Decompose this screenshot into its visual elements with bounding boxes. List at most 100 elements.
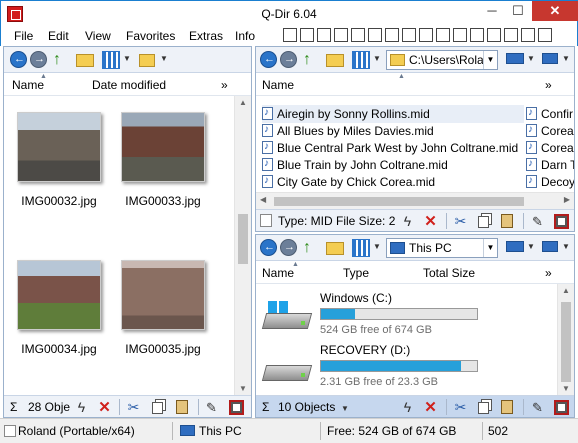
thumbnail-item[interactable]: IMG00034.jpg: [17, 260, 101, 356]
address-dropdown-icon[interactable]: ▼: [483, 239, 497, 257]
bottom-right-vertical-scrollbar[interactable]: ▲ ▼: [557, 284, 574, 395]
up-folder-icon[interactable]: ↑: [53, 51, 71, 69]
brush-icon[interactable]: ✎: [530, 214, 545, 229]
brush-icon[interactable]: ✎: [204, 400, 219, 415]
scroll-up-icon[interactable]: ▲: [558, 286, 574, 295]
scroll-down-icon[interactable]: ▼: [558, 384, 574, 393]
forward-button[interactable]: →: [280, 51, 297, 68]
scroll-down-icon[interactable]: ▼: [235, 384, 251, 393]
address-bar[interactable]: C:\Users\Rola ▼: [386, 50, 498, 70]
scroll-up-icon[interactable]: ▲: [235, 98, 251, 107]
top-right-horizontal-scrollbar[interactable]: ◀ ▶: [256, 192, 574, 209]
forward-button[interactable]: →: [30, 51, 47, 68]
column-name[interactable]: Name: [12, 78, 44, 92]
scroll-right-icon[interactable]: ▶: [564, 195, 570, 204]
menu-file[interactable]: File: [14, 29, 33, 43]
menu-edit[interactable]: Edit: [48, 29, 69, 43]
layout-2-icon[interactable]: [300, 28, 314, 42]
layout-6-icon[interactable]: [368, 28, 382, 42]
monitor-icon[interactable]: [506, 53, 524, 64]
new-folder-icon[interactable]: [76, 54, 94, 67]
layout-13-icon[interactable]: [487, 28, 501, 42]
layout-11-icon[interactable]: [453, 28, 467, 42]
layout-15-icon[interactable]: [521, 28, 535, 42]
lightning-icon[interactable]: ϟ: [74, 400, 89, 415]
left-vertical-scrollbar[interactable]: ▲ ▼: [234, 96, 251, 395]
layout-7-icon[interactable]: [385, 28, 399, 42]
view-mode-dropdown-icon[interactable]: ▼: [373, 54, 381, 63]
file-row[interactable]: All Blues by Miles Davies.mid: [262, 121, 434, 140]
address-bar[interactable]: This PC ▼: [386, 238, 498, 258]
cut-icon[interactable]: ✂: [453, 214, 468, 229]
layout-9-icon[interactable]: [419, 28, 433, 42]
network-icon[interactable]: [542, 241, 558, 252]
monitor-dropdown-icon[interactable]: ▼: [527, 54, 535, 63]
paste-icon[interactable]: [176, 400, 188, 414]
menu-extras[interactable]: Extras: [189, 29, 223, 43]
layout-10-icon[interactable]: [436, 28, 450, 42]
back-button[interactable]: ←: [260, 51, 277, 68]
layout-16-icon[interactable]: [538, 28, 552, 42]
monitor-dropdown-icon[interactable]: ▼: [527, 242, 535, 251]
view-mode-dropdown-icon[interactable]: ▼: [373, 242, 381, 251]
file-row[interactable]: Corea: [526, 121, 574, 140]
delete-icon[interactable]: ✕: [97, 400, 112, 415]
file-row[interactable]: Blue Train by John Coltrane.mid: [262, 155, 448, 174]
file-row[interactable]: Blue Central Park West by John Coltrane.…: [262, 138, 518, 157]
layout-8-icon[interactable]: [402, 28, 416, 42]
maximize-button[interactable]: ☐: [505, 1, 531, 21]
file-row[interactable]: Airegin by Sonny Rollins.mid: [262, 104, 524, 123]
layout-5-icon[interactable]: [351, 28, 365, 42]
file-row[interactable]: Darn T: [526, 155, 574, 174]
file-row[interactable]: City Gate by Chick Corea.mid: [262, 172, 435, 191]
view-mode-icon[interactable]: [352, 51, 370, 69]
scroll-thumb[interactable]: [561, 302, 571, 382]
copy-icon[interactable]: [478, 402, 489, 414]
layout-14-icon[interactable]: [504, 28, 518, 42]
column-name[interactable]: Name: [262, 78, 294, 92]
new-folder-icon[interactable]: [326, 242, 344, 255]
column-total-size[interactable]: Total Size: [423, 266, 475, 280]
view-mode-icon[interactable]: [352, 239, 370, 257]
network-icon[interactable]: [542, 53, 558, 64]
object-count-dropdown-icon[interactable]: ▼: [341, 404, 349, 413]
new-folder-icon[interactable]: [326, 54, 344, 67]
layout-1-icon[interactable]: [283, 28, 297, 42]
back-button[interactable]: ←: [260, 239, 277, 256]
more-columns-button[interactable]: »: [221, 78, 228, 92]
properties-icon[interactable]: [554, 214, 569, 229]
folder-dropdown-icon[interactable]: ▼: [160, 54, 168, 63]
menu-view[interactable]: View: [85, 29, 111, 43]
object-count[interactable]: 10 Objects: [278, 400, 335, 414]
folder-icon[interactable]: [139, 54, 155, 67]
copy-icon[interactable]: [152, 402, 163, 414]
scroll-left-icon[interactable]: ◀: [260, 195, 266, 204]
delete-icon[interactable]: ✕: [423, 214, 438, 229]
brush-icon[interactable]: ✎: [530, 400, 545, 415]
thumbnail-item[interactable]: IMG00032.jpg: [17, 112, 101, 208]
up-folder-icon[interactable]: ↑: [303, 51, 321, 69]
network-dropdown-icon[interactable]: ▼: [562, 54, 570, 63]
column-type[interactable]: Type: [343, 266, 369, 280]
close-button[interactable]: ✕: [532, 1, 578, 21]
monitor-icon[interactable]: [506, 241, 524, 252]
file-row[interactable]: Corea: [526, 138, 574, 157]
menu-favorites[interactable]: Favorites: [126, 29, 175, 43]
properties-icon[interactable]: [554, 400, 569, 415]
up-folder-icon[interactable]: ↑: [303, 239, 321, 257]
drive-item-d[interactable]: RECOVERY (D:) 2.31 GB free of 23.3 GB: [261, 343, 494, 393]
paste-icon[interactable]: [501, 214, 513, 228]
cut-icon[interactable]: ✂: [126, 400, 141, 415]
view-mode-icon[interactable]: [102, 51, 120, 69]
thumbnail-item[interactable]: IMG00035.jpg: [121, 260, 205, 356]
drive-item-c[interactable]: Windows (C:) 524 GB free of 674 GB: [261, 291, 494, 341]
cut-icon[interactable]: ✂: [453, 400, 468, 415]
lightning-icon[interactable]: ϟ: [400, 214, 415, 229]
column-name[interactable]: Name: [262, 266, 294, 280]
layout-4-icon[interactable]: [334, 28, 348, 42]
file-row[interactable]: Confir: [526, 104, 573, 123]
menu-info[interactable]: Info: [235, 29, 255, 43]
delete-icon[interactable]: ✕: [423, 400, 438, 415]
scroll-thumb[interactable]: [274, 197, 524, 206]
properties-icon[interactable]: [229, 400, 244, 415]
